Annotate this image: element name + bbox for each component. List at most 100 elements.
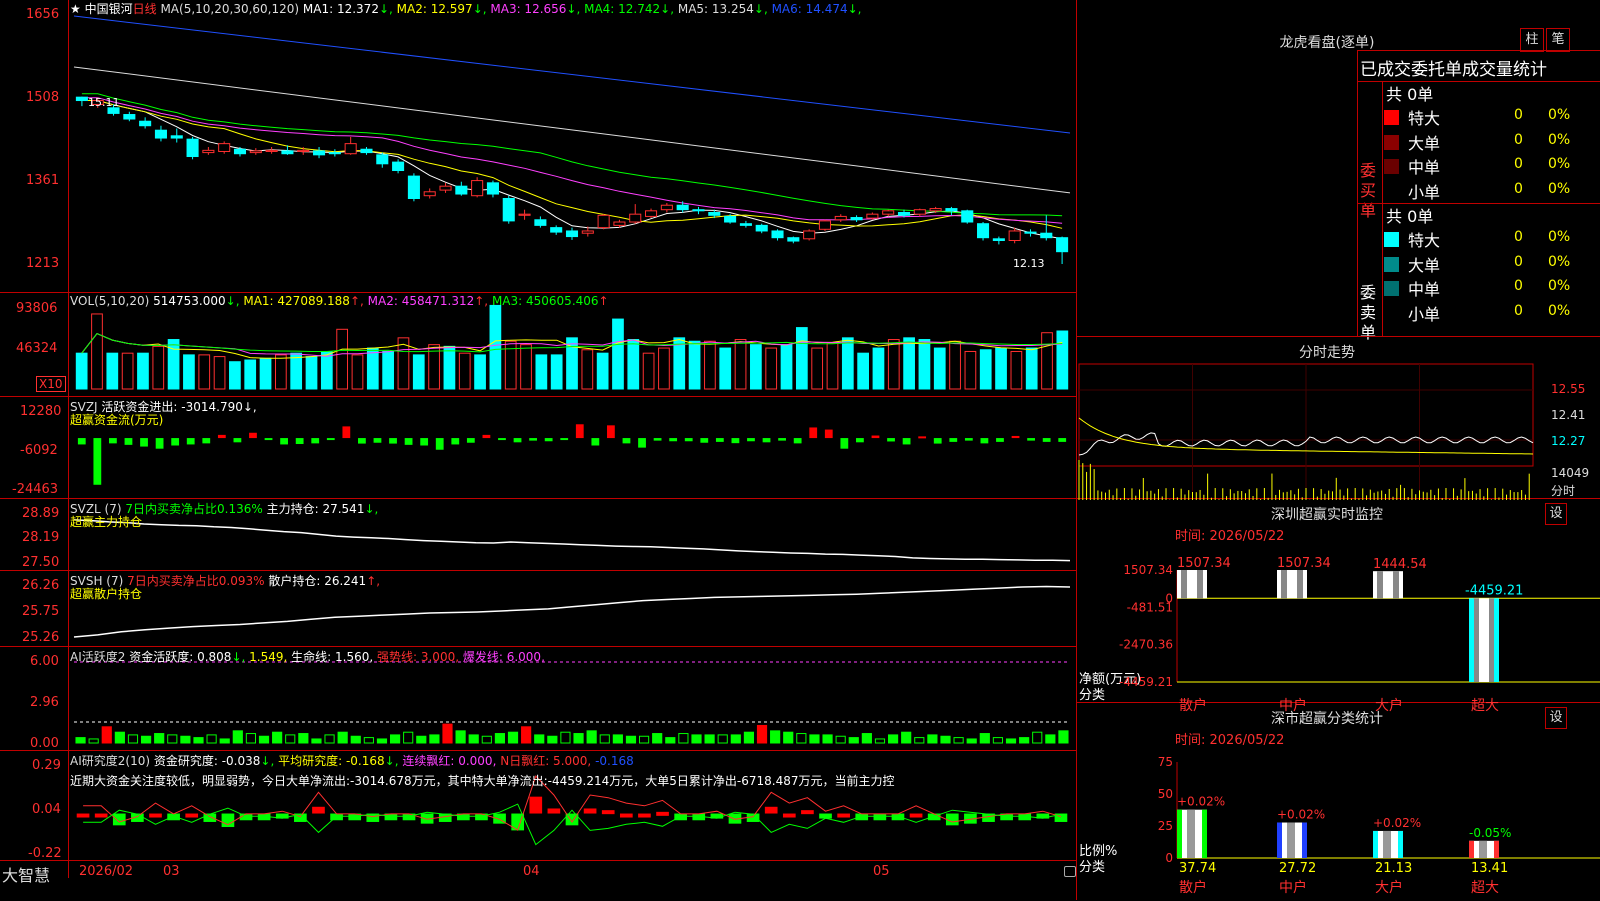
svzj-bar — [638, 438, 646, 448]
sz-monitor-bar-shade — [1281, 570, 1287, 599]
volume-bar — [1041, 332, 1053, 390]
svzj-bar — [996, 438, 1004, 442]
svzj-bar — [933, 438, 942, 444]
candle-body — [787, 237, 800, 242]
volume-bar — [1010, 350, 1023, 390]
svzj-bar — [389, 438, 397, 444]
ai-research-text4: N日飘红: 5.000, — [500, 754, 592, 768]
candle-body — [724, 215, 737, 223]
svzj-bar — [887, 438, 895, 442]
lock-icon[interactable] — [1064, 866, 1076, 877]
ai-research-bar — [837, 813, 850, 818]
ai-active-bar — [678, 733, 689, 744]
svzj-bar — [155, 438, 164, 449]
volume-bar — [474, 354, 486, 390]
ai-active-bar — [612, 734, 623, 744]
xaxis-label-1: 03 — [163, 864, 180, 879]
volume-bar — [520, 344, 532, 390]
candle-body — [929, 208, 942, 212]
volume-bar — [872, 347, 885, 390]
sz-class-bar-shade — [1479, 840, 1487, 858]
volume-bar — [274, 354, 287, 390]
ai-active-bar — [770, 730, 781, 744]
ai-research-bar — [76, 813, 90, 818]
sz-class-ytick: 75 — [1158, 755, 1173, 769]
ma5-line — [73, 66, 1071, 194]
sz-monitor-ytick: -481.51 — [1127, 600, 1173, 614]
ai-active-bar — [75, 737, 86, 744]
candle-body — [992, 238, 1005, 241]
ai-active-bar — [560, 731, 571, 744]
svzj-bar — [591, 438, 600, 446]
svzj-bar — [840, 438, 849, 449]
candle-body — [471, 180, 484, 197]
volume-bar — [412, 354, 425, 390]
svsh-ytick-2: 25.26 — [22, 630, 60, 645]
volume-bar — [382, 350, 394, 390]
volume-bar — [213, 356, 226, 390]
ai-active-bar — [468, 734, 479, 744]
vol-ma2: MA2: 458471.312 — [367, 294, 475, 308]
ai-active-bar — [311, 738, 322, 744]
vol-ytick-1: 46324 — [16, 341, 58, 356]
ai-research-bar — [475, 813, 488, 821]
ai-active-bar — [547, 735, 558, 744]
sz-class-change: +0.02% — [1177, 795, 1225, 809]
main-chart-area[interactable]: ★ 中国银河日线 MA(5,10,20,30,60,120) MA1: 12.3… — [0, 0, 1076, 900]
volume-bar — [581, 349, 594, 390]
svzj-ytick-0: 12280 — [20, 404, 62, 419]
candle-body — [392, 161, 405, 172]
svsh-line — [73, 585, 1071, 638]
svzj-bar — [560, 438, 569, 441]
sz-monitor-bar-edge — [1494, 598, 1499, 682]
sz-class-bar-edge — [1494, 840, 1499, 858]
volume-bar — [826, 342, 839, 390]
ai-active-bar — [167, 734, 178, 744]
price-ytick-3: 1213 — [26, 256, 60, 271]
price-ytick-1: 1508 — [26, 90, 60, 105]
candle-body — [297, 149, 310, 152]
xaxis-label-0: 2026/02 — [79, 864, 134, 879]
svzj-bar — [731, 438, 740, 444]
candle-body — [629, 213, 642, 223]
ai-active-bar — [717, 734, 728, 744]
ai-active-bar — [206, 734, 217, 744]
candle-body — [645, 210, 658, 217]
ai-research-bar — [891, 813, 905, 821]
candle-body — [518, 213, 531, 216]
ai-active-ytick-0: 6.00 — [30, 654, 59, 669]
ai-active-bar — [1005, 738, 1017, 744]
ai-active-bar — [796, 733, 807, 744]
brand-label[interactable]: 大智慧 — [2, 862, 50, 886]
volume-bar — [229, 361, 241, 390]
volume-bar — [734, 339, 747, 390]
volume-bar — [183, 354, 195, 390]
svzj-bar — [607, 425, 615, 439]
svzj-bar — [622, 438, 631, 444]
ai-research-bar — [312, 806, 325, 814]
svzj-bar — [715, 438, 724, 442]
candle-body — [771, 230, 784, 239]
sz-class-bar-shade — [1287, 822, 1295, 858]
sz-class-bar-edge — [1277, 822, 1282, 858]
ai-active-bar — [507, 731, 519, 744]
candle-body — [977, 223, 990, 239]
candle-body — [139, 120, 152, 127]
candle-body — [613, 221, 626, 226]
svzl-ytick-0: 28.89 — [22, 506, 60, 521]
ai-active-bar — [1058, 730, 1069, 744]
ai-active-bar — [481, 735, 492, 744]
ai-research-title: AI研究度2(10) — [70, 754, 151, 768]
volume-bar — [458, 352, 471, 390]
candle-body — [328, 152, 341, 155]
sz-class-category: 散户 — [1179, 879, 1207, 896]
candle-body — [660, 204, 673, 211]
ai-active-bar — [127, 734, 139, 744]
svzj-bar — [420, 438, 429, 446]
ai-active-title: AI活跃度2 — [70, 650, 126, 664]
volume-bar — [780, 344, 793, 390]
svzl-line — [73, 519, 1071, 562]
ai-active-text3: 生命线: 1.560, — [291, 650, 374, 664]
candle-body — [313, 150, 326, 156]
svzj-bar — [109, 438, 117, 444]
